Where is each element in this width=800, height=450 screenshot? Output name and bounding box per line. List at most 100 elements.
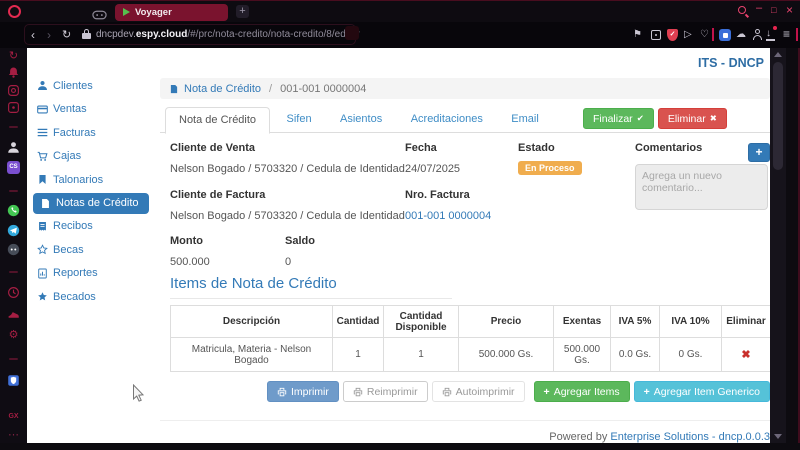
pin-icon[interactable]: ⚑	[633, 29, 642, 40]
adblock-shield-icon[interactable]: ✓	[667, 29, 678, 41]
sidebar-item-notas-de-credito[interactable]: Notas de Crédito	[33, 193, 149, 214]
scroll-up-arrow[interactable]	[774, 52, 782, 57]
sidebar-item-facturas[interactable]: Facturas	[27, 121, 150, 145]
divider	[9, 271, 18, 273]
clock-history-icon[interactable]	[7, 286, 20, 299]
search-icon[interactable]	[738, 6, 746, 14]
imprimir-button[interactable]: Imprimir	[267, 381, 339, 402]
game-profile-icon[interactable]	[7, 141, 20, 154]
snapshot-icon[interactable]	[651, 30, 661, 40]
discord-icon[interactable]	[7, 243, 20, 256]
address-bar: ‹ › ↻ dncpdev.espy.cloud/#/prc/nota-cred…	[0, 22, 800, 48]
finalizar-button[interactable]: Finalizar✔	[583, 108, 654, 129]
overflow-icon[interactable]: ⋯	[7, 429, 20, 442]
reload-icon[interactable]: ↻	[62, 28, 71, 41]
add-comment-button[interactable]: +	[748, 143, 770, 162]
agregar-items-button[interactable]: +Agregar Items	[534, 381, 630, 402]
divider	[9, 190, 18, 192]
note-icon	[169, 84, 179, 94]
new-tab-button[interactable]: +	[236, 5, 249, 18]
items-section-title: Items de Nota de Crédito	[170, 275, 337, 292]
sidebar-item-cajas[interactable]: Cajas	[27, 145, 150, 169]
agregar-item-generico-button[interactable]: +Agregar Item Generico	[634, 381, 770, 402]
browser-window: Voyager + – □ × ‹ › ↻ dncpdev.espy.cloud…	[0, 0, 800, 450]
tab-acreditaciones[interactable]: Acreditaciones	[399, 107, 495, 131]
tab-email[interactable]: Email	[499, 107, 551, 131]
url-text[interactable]: dncpdev.espy.cloud/#/prc/nota-credito/no…	[96, 29, 360, 40]
menu-icon[interactable]: ≡	[783, 27, 790, 41]
eliminar-button[interactable]: Eliminar✖	[658, 108, 727, 129]
forward-icon[interactable]: ›	[47, 28, 51, 42]
history-refresh-icon[interactable]: ↻	[7, 50, 20, 63]
sidebar-item-recibos[interactable]: Recibos	[27, 215, 150, 239]
breadcrumb-current: 001-001 0000004	[280, 83, 366, 95]
field-comentarios: Comentarios	[635, 142, 702, 154]
gx-logo: GX	[7, 410, 20, 423]
app-sidebar: Clientes Ventas Facturas Cajas Talonario…	[27, 74, 150, 309]
telegram-icon[interactable]	[7, 224, 20, 237]
profile-icon[interactable]	[752, 29, 763, 40]
tab-title: Voyager	[135, 7, 172, 18]
extension-icon[interactable]	[719, 29, 731, 41]
field-monto: Monto 500.000	[170, 235, 210, 268]
enterprise-solutions-link[interactable]: Enterprise Solutions - dncp.0.0.3	[610, 431, 770, 443]
tab-strip: Nota de Crédito Sifen Asientos Acreditac…	[160, 106, 770, 133]
sidebar-item-clientes[interactable]: Clientes	[27, 74, 150, 98]
table-header-row: Descripción Cantidad Cantidad Disponible…	[171, 306, 771, 338]
sidebar-item-talonarios[interactable]: Talonarios	[27, 168, 150, 192]
print-actions: Imprimir Reimprimir Autoimprimir +Agrega…	[267, 381, 770, 402]
scrollbar-thumb[interactable]	[773, 62, 783, 170]
sidebar-item-ventas[interactable]: Ventas	[27, 98, 150, 122]
plus-icon: +	[644, 386, 650, 398]
bookmark-icon	[37, 174, 48, 185]
minimize-button[interactable]: –	[756, 2, 762, 14]
separator	[796, 28, 798, 41]
lock-icon[interactable]	[82, 29, 91, 40]
app-shortcut-icon[interactable]	[7, 101, 20, 114]
main-panel: Nota de Crédito / 001-001 0000004 Nota d…	[150, 72, 770, 443]
gx-store-icon[interactable]	[7, 308, 20, 321]
bitwarden-shield-icon[interactable]	[7, 374, 20, 387]
bookmark-heart-icon[interactable]: ♡	[700, 29, 709, 40]
sidebar-item-becas[interactable]: Becas	[27, 238, 150, 262]
cloud-icon[interactable]: ☁	[736, 29, 746, 40]
receipt-icon	[37, 221, 48, 232]
address-bar-extension-badge[interactable]	[345, 26, 359, 40]
tab-nota-de-credito[interactable]: Nota de Crédito	[165, 107, 270, 134]
settings-gear-icon[interactable]: ⚙	[7, 329, 20, 342]
comment-input[interactable]	[635, 164, 768, 210]
tab-asientos[interactable]: Asientos	[328, 107, 394, 131]
download-icon-bar	[766, 39, 775, 41]
close-button[interactable]: ×	[786, 3, 793, 17]
instagram-icon[interactable]	[7, 84, 20, 97]
download-badge-dot	[773, 26, 777, 30]
page-scrollbar[interactable]	[770, 48, 786, 443]
back-icon[interactable]: ‹	[31, 28, 35, 42]
player-icon[interactable]: ▷	[684, 29, 692, 40]
field-cliente-venta: Cliente de Venta Nelson Bogado / 5703320…	[170, 142, 405, 175]
gx-sidebar-rail: ↻ CS ⚙ GX ⋯	[0, 48, 27, 443]
window-right-frame	[786, 48, 800, 443]
field-saldo: Saldo 0	[285, 235, 315, 268]
browser-tab-voyager[interactable]: Voyager	[115, 4, 228, 21]
cs-app-icon[interactable]: CS	[7, 161, 20, 174]
report-icon	[37, 268, 48, 279]
search-icon-handle	[745, 14, 749, 18]
sidebar-item-reportes[interactable]: Reportes	[27, 262, 150, 286]
sidebar-item-becados[interactable]: Becados	[27, 285, 150, 309]
tab-sifen[interactable]: Sifen	[275, 107, 324, 131]
maximize-button[interactable]: □	[771, 5, 776, 15]
scroll-down-arrow[interactable]	[774, 434, 782, 439]
plus-icon: +	[544, 386, 550, 398]
note-icon	[40, 198, 51, 209]
cross-icon: ✖	[710, 113, 717, 124]
reimprimir-button[interactable]: Reimprimir	[343, 381, 428, 402]
download-icon[interactable]: ↓	[766, 28, 771, 39]
whatsapp-icon[interactable]	[7, 204, 20, 217]
bell-icon[interactable]	[7, 66, 20, 79]
autoimprimir-button[interactable]: Autoimprimir	[432, 381, 525, 402]
breadcrumb-link[interactable]: Nota de Crédito	[184, 83, 261, 95]
nro-factura-link[interactable]: 001-001 0000004	[405, 210, 491, 222]
app-brand: ITS - DNCP	[698, 56, 764, 70]
remove-item-icon[interactable]: ✖	[741, 349, 750, 361]
